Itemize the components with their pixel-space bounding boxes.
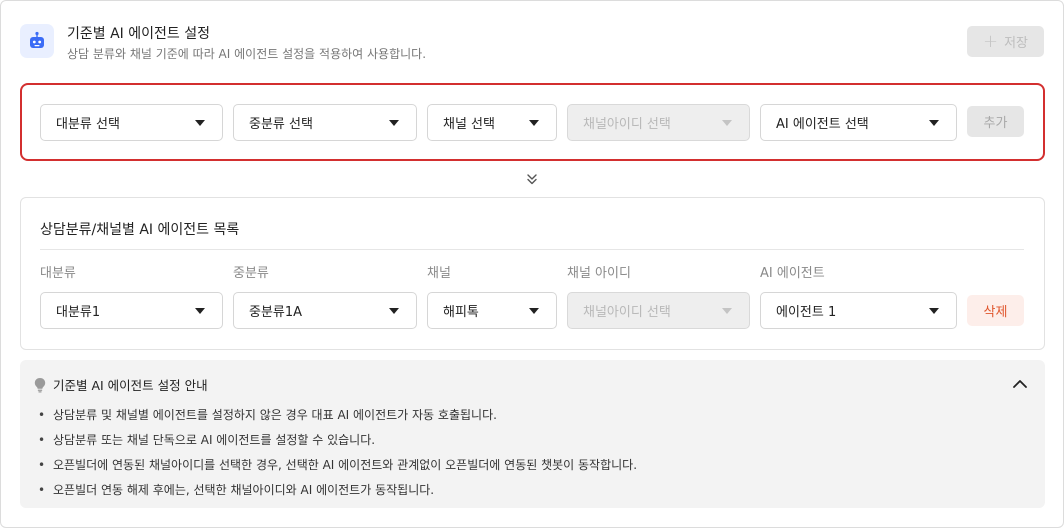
divider [40, 249, 1024, 250]
channel-select-label: 채널 선택 [443, 117, 495, 132]
list-title: 상담분류/채널별 AI 에이전트 목록 [40, 222, 240, 238]
major-category-select[interactable]: 대분류 선택 [40, 104, 223, 141]
double-chevron-down-icon[interactable] [524, 171, 540, 187]
row-major-category-value: 대분류1 [56, 305, 101, 320]
channel-id-select: 채널아이디 선택 [567, 104, 750, 141]
dropdown-arrow-icon [389, 119, 399, 126]
dropdown-arrow-icon [389, 307, 399, 314]
dropdown-arrow-icon [929, 307, 939, 314]
page-title: 기준별 AI 에이전트 설정 [67, 26, 210, 42]
row-channel-id-value: 채널아이디 선택 [583, 305, 671, 320]
column-header-major-category: 대분류 [40, 266, 76, 281]
sub-category-select-label: 중분류 선택 [249, 117, 313, 132]
dropdown-arrow-icon [195, 119, 205, 126]
sub-category-select[interactable]: 중분류 선택 [233, 104, 417, 141]
bullet: • [38, 407, 46, 422]
guide-header[interactable]: 기준별 AI 에이전트 설정 안내 [33, 375, 208, 394]
dropdown-arrow-icon [529, 119, 539, 126]
page-subtitle: 상담 분류와 채널 기준에 따라 AI 에이전트 설정을 적용하여 사용합니다. [67, 47, 427, 61]
row-ai-agent-select[interactable]: 에이전트 1 [760, 292, 957, 329]
bullet: • [38, 432, 46, 447]
bullet: • [38, 457, 46, 472]
ai-agent-select[interactable]: AI 에이전트 선택 [760, 104, 957, 141]
row-sub-category-value: 중분류1A [249, 305, 303, 320]
column-header-sub-category: 중분류 [233, 266, 269, 281]
guide-item: • 오픈빌더 연동 해제 후에는, 선택한 채널아이디와 AI 에이전트가 동작됩… [38, 477, 637, 502]
column-header-ai-agent: AI 에이전트 [760, 266, 825, 281]
add-button[interactable]: 추가 [967, 106, 1024, 137]
major-category-select-label: 대분류 선택 [56, 117, 120, 132]
guide-item: • 상담분류 및 채널별 에이전트를 설정하지 않은 경우 대표 AI 에이전트가… [38, 402, 637, 427]
delete-button[interactable]: 삭제 [967, 295, 1024, 326]
dropdown-arrow-icon [929, 119, 939, 126]
plus-icon: + [982, 30, 999, 52]
dropdown-arrow-icon [722, 119, 732, 126]
row-major-category-select[interactable]: 대분류1 [40, 292, 223, 329]
bullet: • [38, 482, 46, 497]
dropdown-arrow-icon [529, 307, 539, 314]
row-channel-value: 해피톡 [443, 305, 479, 320]
ai-agent-select-label: AI 에이전트 선택 [776, 117, 869, 132]
chevron-up-icon[interactable] [1012, 377, 1028, 391]
guide-item-text: 상담분류 및 채널별 에이전트를 설정하지 않은 경우 대표 AI 에이전트가 … [53, 408, 497, 422]
guide-item: • 상담분류 또는 채널 단독으로 AI 에이전트를 설정할 수 있습니다. [38, 427, 637, 452]
guide-item-text: 오픈빌더에 연동된 채널아이디를 선택한 경우, 선택한 AI 에이전트와 관계… [53, 458, 638, 472]
row-channel-id-select: 채널아이디 선택 [567, 292, 750, 329]
guide-list: • 상담분류 및 채널별 에이전트를 설정하지 않은 경우 대표 AI 에이전트가… [38, 402, 637, 502]
column-header-channel-id: 채널 아이디 [567, 266, 631, 281]
dropdown-arrow-icon [195, 307, 205, 314]
guide-item-text: 상담분류 또는 채널 단독으로 AI 에이전트를 설정할 수 있습니다. [53, 433, 376, 447]
column-header-channel: 채널 [427, 266, 451, 281]
dropdown-arrow-icon [722, 307, 732, 314]
row-ai-agent-value: 에이전트 1 [776, 305, 837, 320]
row-channel-select[interactable]: 해피톡 [427, 292, 557, 329]
save-button-label: 저장 [1004, 36, 1028, 51]
guide-title: 기준별 AI 에이전트 설정 안내 [53, 378, 208, 393]
channel-id-select-label: 채널아이디 선택 [583, 117, 671, 132]
channel-select[interactable]: 채널 선택 [427, 104, 557, 141]
guide-item: • 오픈빌더에 연동된 채널아이디를 선택한 경우, 선택한 AI 에이전트와 관… [38, 452, 637, 477]
row-sub-category-select[interactable]: 중분류1A [233, 292, 417, 329]
guide-item-text: 오픈빌더 연동 해제 후에는, 선택한 채널아이디와 AI 에이전트가 동작됩니… [53, 483, 435, 497]
save-button[interactable]: + 저장 [967, 26, 1044, 57]
robot-icon [20, 24, 54, 58]
lightbulb-icon [34, 377, 46, 392]
